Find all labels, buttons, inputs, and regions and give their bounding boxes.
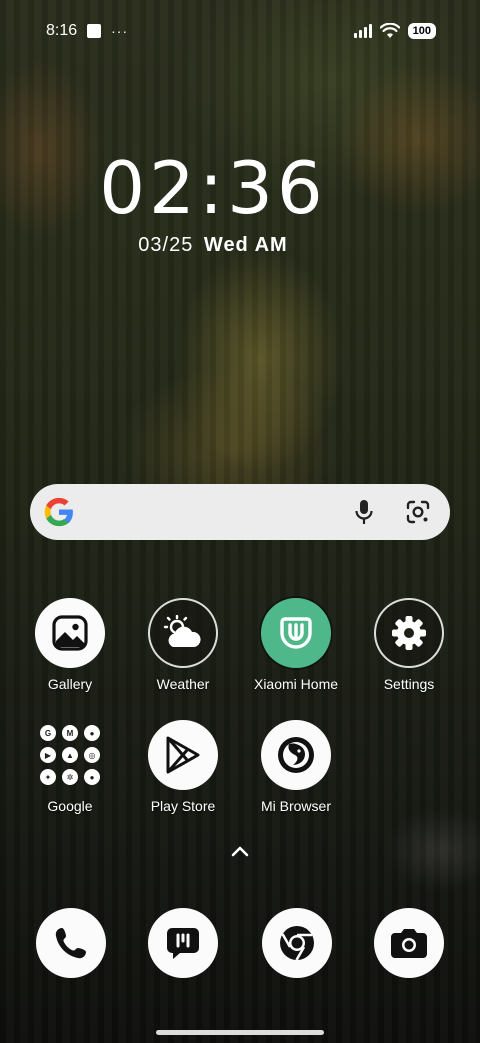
- mi-browser-icon: [261, 720, 331, 790]
- voice-search-button[interactable]: [350, 498, 378, 526]
- gallery-icon: [35, 598, 105, 668]
- dock-messages-button[interactable]: [148, 908, 218, 978]
- app-label: Mi Browser: [260, 798, 331, 814]
- app-label: Gallery: [47, 676, 93, 692]
- meet-icon: ●: [84, 769, 100, 785]
- signal-icon: [353, 24, 372, 38]
- chevron-up-icon[interactable]: [228, 842, 252, 860]
- status-left: 8:16 ···: [46, 22, 128, 40]
- maps-icon: ●: [84, 725, 100, 741]
- messages-icon: [167, 928, 199, 959]
- app-play-store[interactable]: Play Store: [127, 720, 239, 814]
- app-google-folder[interactable]: G M ● ▶ ▲ ◎ ✦ ✲ ● Google: [14, 720, 126, 814]
- play-store-icon: [148, 720, 218, 790]
- music-icon: ◎: [84, 747, 100, 763]
- camera-icon: [391, 929, 427, 958]
- app-gallery[interactable]: Gallery: [14, 598, 126, 692]
- youtube-icon: ▶: [40, 747, 56, 763]
- clock-day: Wed AM: [203, 234, 288, 256]
- weather-icon: [148, 598, 218, 668]
- app-weather[interactable]: Weather: [127, 598, 239, 692]
- google-g-icon: [44, 497, 73, 527]
- dock-phone-button[interactable]: [36, 908, 106, 978]
- more-notifications-icon: ···: [111, 23, 129, 39]
- app-label: Xiaomi Home: [253, 676, 339, 692]
- dock-camera-button[interactable]: [374, 908, 444, 978]
- app-label: Play Store: [150, 798, 216, 814]
- chrome-icon: [280, 926, 314, 961]
- clock-date-number: 03/25: [138, 234, 194, 256]
- xiaomi-home-icon: [261, 598, 331, 668]
- lens-search-button[interactable]: [404, 498, 432, 526]
- status-time: 8:16: [46, 22, 78, 39]
- notification-icon: [87, 24, 102, 38]
- home-gesture-bar[interactable]: [156, 1030, 324, 1035]
- app-label: Google: [47, 798, 93, 814]
- microphone-icon: [355, 500, 373, 524]
- app-xiaomi-home[interactable]: Xiaomi Home: [240, 598, 352, 692]
- gear-icon: [374, 598, 444, 668]
- clock-time[interactable]: 02:36: [0, 148, 426, 228]
- google-search-bar[interactable]: [30, 484, 450, 540]
- dock-chrome-button[interactable]: [262, 908, 332, 978]
- status-bar: 8:16 ··· 100: [0, 0, 480, 62]
- google-lens-icon: [406, 500, 430, 524]
- clock-date[interactable]: 03/25 Wed AM: [0, 234, 426, 257]
- app-mi-browser[interactable]: Mi Browser: [240, 720, 352, 814]
- battery-indicator: 100: [407, 23, 436, 39]
- google-app-icon: G: [40, 725, 56, 741]
- google-folder-icon: G M ● ▶ ▲ ◎ ✦ ✲ ●: [35, 720, 105, 790]
- assistant-icon: ✲: [62, 769, 78, 785]
- app-label: Settings: [383, 676, 435, 692]
- status-right: 100: [353, 23, 436, 39]
- photos-icon: ✦: [40, 769, 56, 785]
- gmail-icon: M: [62, 725, 78, 741]
- app-label: Weather: [156, 676, 210, 692]
- drive-icon: ▲: [62, 747, 78, 763]
- app-settings[interactable]: Settings: [353, 598, 465, 692]
- phone-icon: [55, 928, 86, 959]
- wifi-icon: [379, 23, 400, 38]
